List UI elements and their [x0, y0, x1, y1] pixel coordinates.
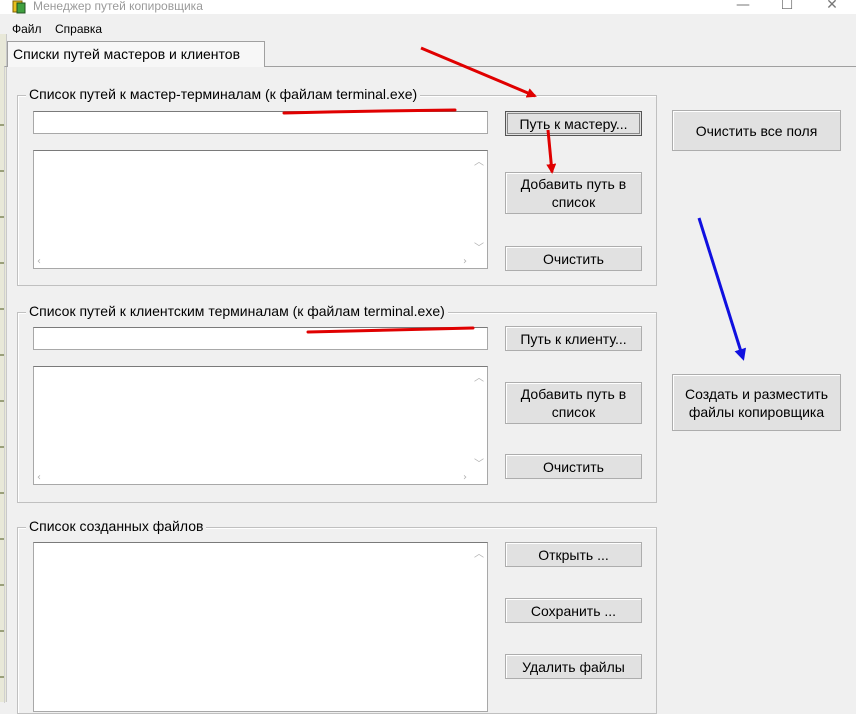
client-path-list[interactable]: ︿ ﹀ ‹ ›: [33, 366, 488, 485]
tab-paths[interactable]: Списки путей мастеров и клиентов: [7, 41, 265, 67]
scroll-down-icon[interactable]: ﹀: [472, 239, 486, 254]
scroll-up-icon[interactable]: ︿: [472, 153, 486, 168]
master-add-button[interactable]: Добавить путь в список: [505, 172, 642, 214]
client-add-button[interactable]: Добавить путь в список: [505, 382, 642, 424]
files-group-title: Список созданных файлов: [26, 518, 207, 534]
client-browse-button[interactable]: Путь к клиенту...: [505, 326, 642, 351]
client-path-input[interactable]: [33, 327, 488, 350]
master-clear-button[interactable]: Очистить: [505, 246, 642, 271]
minimize-button[interactable]: —: [728, 0, 758, 13]
close-button[interactable]: ✕: [817, 0, 847, 13]
maximize-button[interactable]: ☐: [772, 0, 802, 13]
scroll-up-icon[interactable]: ︿: [472, 369, 486, 384]
tab-label: Списки путей мастеров и клиентов: [13, 46, 241, 62]
window-title: Менеджер путей копировщика: [33, 0, 203, 13]
master-browse-button[interactable]: Путь к мастеру...: [505, 111, 642, 136]
menu-help[interactable]: Справка: [55, 22, 102, 36]
scroll-up-icon[interactable]: ︿: [472, 545, 486, 560]
open-file-button[interactable]: Открыть ...: [505, 542, 642, 567]
client-group-title: Список путей к клиентским терминалам (к …: [26, 303, 448, 319]
scroll-left-icon[interactable]: ‹: [37, 256, 41, 268]
created-files-list[interactable]: ︿: [33, 542, 488, 712]
app-icon: [12, 0, 26, 14]
scroll-down-icon[interactable]: ﹀: [472, 455, 486, 470]
delete-files-button[interactable]: Удалить файлы: [505, 654, 642, 679]
clear-all-button[interactable]: Очистить все поля: [672, 110, 841, 151]
menu-bar: Файл Справка: [0, 14, 856, 36]
save-file-button[interactable]: Сохранить ...: [505, 598, 642, 623]
menu-file[interactable]: Файл: [12, 22, 42, 36]
master-group-title: Список путей к мастер-терминалам (к файл…: [26, 86, 421, 102]
create-files-button[interactable]: Создать и разместить файлы копировщика: [672, 374, 841, 431]
scroll-right-icon[interactable]: ›: [463, 256, 467, 268]
title-bar: Менеджер путей копировщика — ☐ ✕: [0, 0, 856, 14]
scroll-left-icon[interactable]: ‹: [37, 472, 41, 484]
client-clear-button[interactable]: Очистить: [505, 454, 642, 479]
master-path-list[interactable]: ︿ ﹀ ‹ ›: [33, 150, 488, 269]
master-path-input[interactable]: [33, 111, 488, 134]
scroll-right-icon[interactable]: ›: [463, 472, 467, 484]
